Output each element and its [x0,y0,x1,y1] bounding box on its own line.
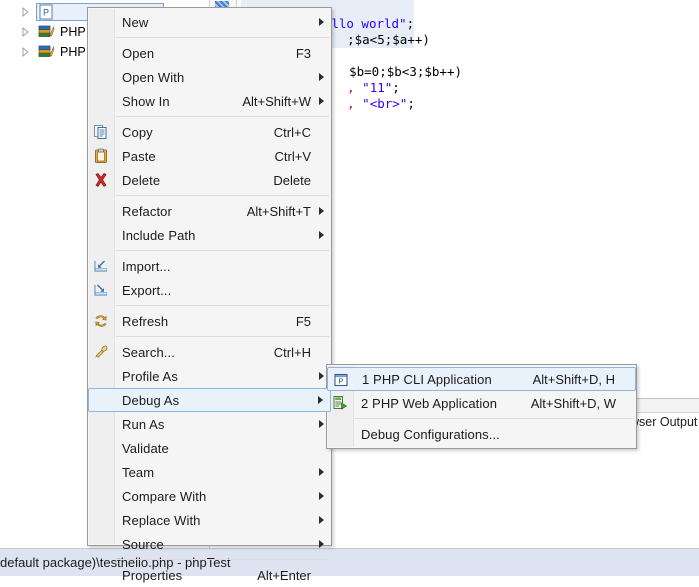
menu-item-export[interactable]: Export... [88,278,331,302]
menu-item-label: Search... [122,344,175,360]
menu-item-accel: Alt+Shift+W [242,93,311,109]
menu-item-label: New [122,14,149,30]
menu-item-label: Import... [122,258,171,274]
delete-icon [93,172,109,188]
menu-item-label: Compare With [122,488,207,504]
menu-item-open[interactable]: Open F3 [88,41,331,65]
menu-separator [116,336,329,337]
menu-item-label: Run As [122,416,165,432]
menu-item-label: Validate [122,440,169,456]
php-library-icon [38,44,56,60]
menu-item-label: Refresh [122,313,169,329]
menu-item-label: Refactor [122,203,172,219]
copy-icon [93,124,109,140]
menu-item-label: Debug As [122,392,180,408]
svg-text:P: P [339,377,344,386]
debug-as-submenu[interactable]: P 1 PHP CLI Application Alt+Shift+D, H 2… [326,364,637,449]
menu-item-run-as[interactable]: Run As [88,412,331,436]
menu-item-accel: Ctrl+C [273,124,311,140]
menu-item-properties[interactable]: Properties Alt+Enter [88,563,331,587]
menu-separator [116,250,329,251]
menu-item-label: Replace With [122,512,201,528]
chevron-right-icon[interactable] [18,24,34,40]
php-library-icon [38,24,56,40]
menu-item-open-with[interactable]: Open With [88,65,331,89]
menu-item-label: Export... [122,282,172,298]
menu-item-accel: F3 [295,45,311,61]
context-menu[interactable]: New Open F3 Open With Show In Alt+Shift+… [87,7,332,583]
menu-item-accel: Ctrl+H [273,344,311,360]
menu-item-delete[interactable]: Delete Delete [88,168,331,192]
submenu-item-debug-configurations[interactable]: Debug Configurations... [327,422,636,446]
chevron-right-icon[interactable] [18,4,34,20]
menu-item-replace-with[interactable]: Replace With [88,508,331,532]
menu-item-label: Copy [122,124,153,140]
submenu-item-php-web-application[interactable]: 2 PHP Web Application Alt+Shift+D, W [327,391,636,415]
menu-item-label: Delete [122,172,161,188]
menu-item-label: Team [122,464,155,480]
import-icon [93,258,109,274]
submenu-item-accel: Alt+Shift+D, H [532,371,615,387]
tree-item-php-language-library[interactable]: PHP L [0,42,96,62]
menu-item-label: Profile As [122,368,178,384]
menu-separator [116,116,329,117]
menu-item-label: Source [122,536,164,552]
menu-item-include-path[interactable]: Include Path [88,223,331,247]
menu-separator [116,559,329,560]
menu-item-label: Open With [122,69,185,85]
tab-browser-output[interactable]: wser Output [630,415,697,429]
menu-item-search[interactable]: Search... Ctrl+H [88,340,331,364]
submenu-item-label: 1 PHP CLI Application [362,371,492,387]
menu-item-validate[interactable]: Validate [88,436,331,460]
paste-icon [93,148,109,164]
menu-item-accel: Ctrl+V [274,148,311,164]
refresh-icon [93,313,109,329]
tree-item-php-includes[interactable]: PHP I [0,22,92,42]
menu-item-import[interactable]: Import... [88,254,331,278]
menu-item-label: Properties [122,567,183,583]
menu-item-refresh[interactable]: Refresh F5 [88,309,331,333]
menu-item-profile-as[interactable]: Profile As [88,364,331,388]
menu-item-source[interactable]: Source [88,532,331,556]
submenu-item-php-cli-application[interactable]: P 1 PHP CLI Application Alt+Shift+D, H [327,367,636,391]
submenu-item-label: 2 PHP Web Application [361,395,498,411]
submenu-separator [355,418,634,419]
menu-item-show-in[interactable]: Show In Alt+Shift+W [88,89,331,113]
menu-item-label: Show In [122,93,170,109]
search-icon [93,344,109,360]
menu-item-accel: Delete [273,172,311,188]
menu-item-accel: F5 [295,313,311,329]
menu-item-copy[interactable]: Copy Ctrl+C [88,120,331,144]
menu-item-refactor[interactable]: Refactor Alt+Shift+T [88,199,331,223]
menu-item-compare-with[interactable]: Compare With [88,484,331,508]
tree-item-testhello[interactable]: P testhe [0,2,164,22]
menu-item-label: Paste [122,148,156,164]
submenu-item-accel: Alt+Shift+D, W [530,395,616,411]
menu-item-new[interactable]: New [88,10,331,34]
php-cli-icon: P [333,372,349,388]
menu-item-label: Open [122,45,155,61]
menu-item-team[interactable]: Team [88,460,331,484]
menu-separator [116,195,329,196]
menu-item-paste[interactable]: Paste Ctrl+V [88,144,331,168]
php-web-icon [332,395,348,411]
menu-separator [116,305,329,306]
menu-item-debug-as[interactable]: Debug As [88,388,331,412]
submenu-item-label: Debug Configurations... [361,426,500,442]
php-file-icon: P [38,4,56,20]
menu-separator [116,37,329,38]
menu-item-label: Include Path [122,227,196,243]
menu-item-accel: Alt+Enter [257,567,311,583]
chevron-right-icon[interactable] [18,44,34,60]
svg-text:P: P [43,8,49,18]
menu-item-accel: Alt+Shift+T [246,203,311,219]
export-icon [93,282,109,298]
